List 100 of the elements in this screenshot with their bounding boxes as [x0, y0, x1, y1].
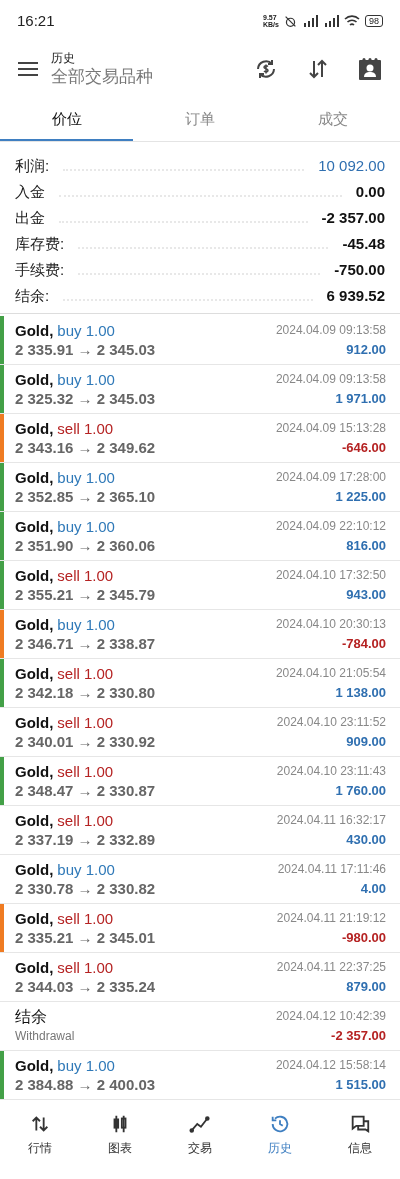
- symbol-name: Gold,: [15, 468, 54, 487]
- deal-profit: 1 138.00: [335, 684, 386, 702]
- trade-side: buy 1.00: [57, 615, 115, 634]
- deal-profit: 879.00: [346, 978, 386, 996]
- signal-icon: [302, 15, 318, 27]
- nav-tab[interactable]: 交易: [160, 1113, 240, 1165]
- deal-time: 2024.04.11 16:32:17: [276, 812, 386, 829]
- calendar-person-icon[interactable]: [358, 57, 382, 81]
- price-range: 2 344.03 → 2 335.24: [15, 977, 156, 996]
- symbol-name: Gold,: [15, 860, 54, 879]
- summary-label: 手续费:: [15, 259, 65, 280]
- deal-time: 2024.04.11 17:11:46: [277, 861, 386, 878]
- summary-label: 库存费:: [15, 233, 65, 254]
- deal-time: 2024.04.09 09:13:58: [275, 322, 386, 339]
- symbol-name: Gold,: [15, 762, 54, 781]
- symbol-name: Gold,: [15, 909, 54, 928]
- price-range: 2 342.18 → 2 330.80: [15, 683, 156, 702]
- symbol-name: Gold,: [15, 370, 54, 389]
- summary-value: -750.00: [334, 259, 385, 280]
- battery-level: 98: [365, 15, 383, 27]
- summary-value: -45.48: [342, 233, 385, 254]
- symbol-name: Gold,: [15, 321, 54, 340]
- trade-side: buy 1.00: [57, 1056, 115, 1075]
- deal-time: 2024.04.10 23:11:43: [276, 763, 386, 780]
- price-range: 2 337.19 → 2 332.89: [15, 830, 156, 849]
- nav-tab[interactable]: 信息: [320, 1113, 400, 1165]
- deal-time: 2024.04.09 15:13:28: [275, 420, 386, 437]
- status-time: 16:21: [17, 10, 55, 31]
- price-range: 2 346.71 → 2 338.87: [15, 634, 156, 653]
- symbol-name: Gold,: [15, 566, 54, 585]
- trade-side: sell 1.00: [57, 664, 114, 683]
- alarm-off-icon: [284, 14, 297, 28]
- trade-side: sell 1.00: [57, 762, 114, 781]
- symbol-name: Gold,: [15, 811, 54, 830]
- deal-profit: 1 225.00: [335, 488, 386, 506]
- trade-side: sell 1.00: [57, 958, 114, 977]
- summary-label: 入金: [15, 181, 45, 202]
- price-range: 2 384.88 → 2 400.03: [15, 1075, 156, 1094]
- trade-side: buy 1.00: [57, 321, 115, 340]
- trade-side: sell 1.00: [57, 419, 114, 438]
- menu-icon[interactable]: [18, 61, 38, 77]
- operation-title: 结余: [15, 1007, 48, 1027]
- price-range: 2 335.91 → 2 345.03: [15, 340, 156, 359]
- deal-time: 2024.04.09 22:10:12: [275, 518, 386, 535]
- deal-profit: -980.00: [341, 929, 386, 947]
- deal-time: 2024.04.11 22:37:25: [276, 959, 386, 976]
- symbol-name: Gold,: [15, 664, 54, 683]
- symbol-name: Gold,: [15, 958, 54, 977]
- history-icon: [269, 1113, 291, 1135]
- deal-profit: -784.00: [341, 635, 386, 653]
- tab[interactable]: 成交: [266, 100, 400, 141]
- nav-tab[interactable]: 行情: [0, 1113, 80, 1165]
- screen-title: 历史: [51, 50, 76, 66]
- deal-profit: 912.00: [346, 341, 386, 359]
- deal-time: 2024.04.10 17:32:50: [275, 567, 386, 584]
- deal-profit: 909.00: [346, 733, 386, 751]
- price-range: 2 325.32 → 2 345.03: [15, 389, 156, 408]
- trade-side: sell 1.00: [57, 811, 114, 830]
- deal-profit: -2 357.00: [331, 1027, 386, 1045]
- price-range: 2 335.21 → 2 345.01: [15, 928, 156, 947]
- summary-value: 0.00: [355, 181, 385, 202]
- operation-note: Withdrawal: [15, 1028, 75, 1045]
- summary-label: 利润:: [15, 155, 50, 176]
- nav-tab[interactable]: 历史: [240, 1113, 320, 1165]
- symbol-name: Gold,: [15, 517, 54, 536]
- price-range: 2 355.21 → 2 345.79: [15, 585, 156, 604]
- trade-side: sell 1.00: [57, 713, 114, 732]
- chat-bubbles-icon: [349, 1113, 371, 1135]
- tab[interactable]: 订单: [133, 100, 267, 141]
- tab[interactable]: 价位: [0, 100, 134, 141]
- symbol-name: Gold,: [15, 419, 54, 438]
- nav-tab[interactable]: 图表: [80, 1113, 160, 1165]
- symbol-name: Gold,: [15, 1056, 54, 1075]
- price-range: 2 348.47 → 2 330.87: [15, 781, 156, 800]
- deal-profit: 1 515.00: [335, 1076, 386, 1094]
- deal-time: 2024.04.09 09:13:58: [275, 371, 386, 388]
- symbol-name: Gold,: [15, 713, 54, 732]
- summary-value: 6 939.52: [326, 285, 385, 306]
- deal-profit: 1 971.00: [335, 390, 386, 408]
- symbol-filter[interactable]: 全部交易品种: [51, 65, 254, 88]
- up-down-arrows-icon: [29, 1113, 51, 1135]
- price-range: 2 330.78 → 2 330.82: [15, 879, 156, 898]
- currency-sync-icon[interactable]: [254, 57, 278, 81]
- trade-side: buy 1.00: [57, 517, 115, 536]
- deal-time: 2024.04.10 21:05:54: [275, 665, 386, 682]
- trade-side: buy 1.00: [57, 370, 115, 389]
- trade-side: buy 1.00: [57, 468, 115, 487]
- deal-time: 2024.04.10 20:30:13: [275, 616, 386, 633]
- summary-value: 10 092.00: [318, 155, 385, 176]
- trade-side: sell 1.00: [57, 909, 114, 928]
- deal-time: 2024.04.11 21:19:12: [276, 910, 386, 927]
- deal-profit: 943.00: [346, 586, 386, 604]
- price-range: 2 343.16 → 2 349.62: [15, 438, 156, 457]
- deal-time: 2024.04.12 10:42:39: [275, 1008, 386, 1025]
- deal-profit: 4.00: [360, 880, 386, 898]
- deal-time: 2024.04.12 15:58:14: [275, 1057, 386, 1074]
- trade-side: buy 1.00: [57, 860, 115, 879]
- deal-time: 2024.04.10 23:11:52: [276, 714, 386, 731]
- price-range: 2 351.90 → 2 360.06: [15, 536, 156, 555]
- deal-profit: -646.00: [341, 439, 386, 457]
